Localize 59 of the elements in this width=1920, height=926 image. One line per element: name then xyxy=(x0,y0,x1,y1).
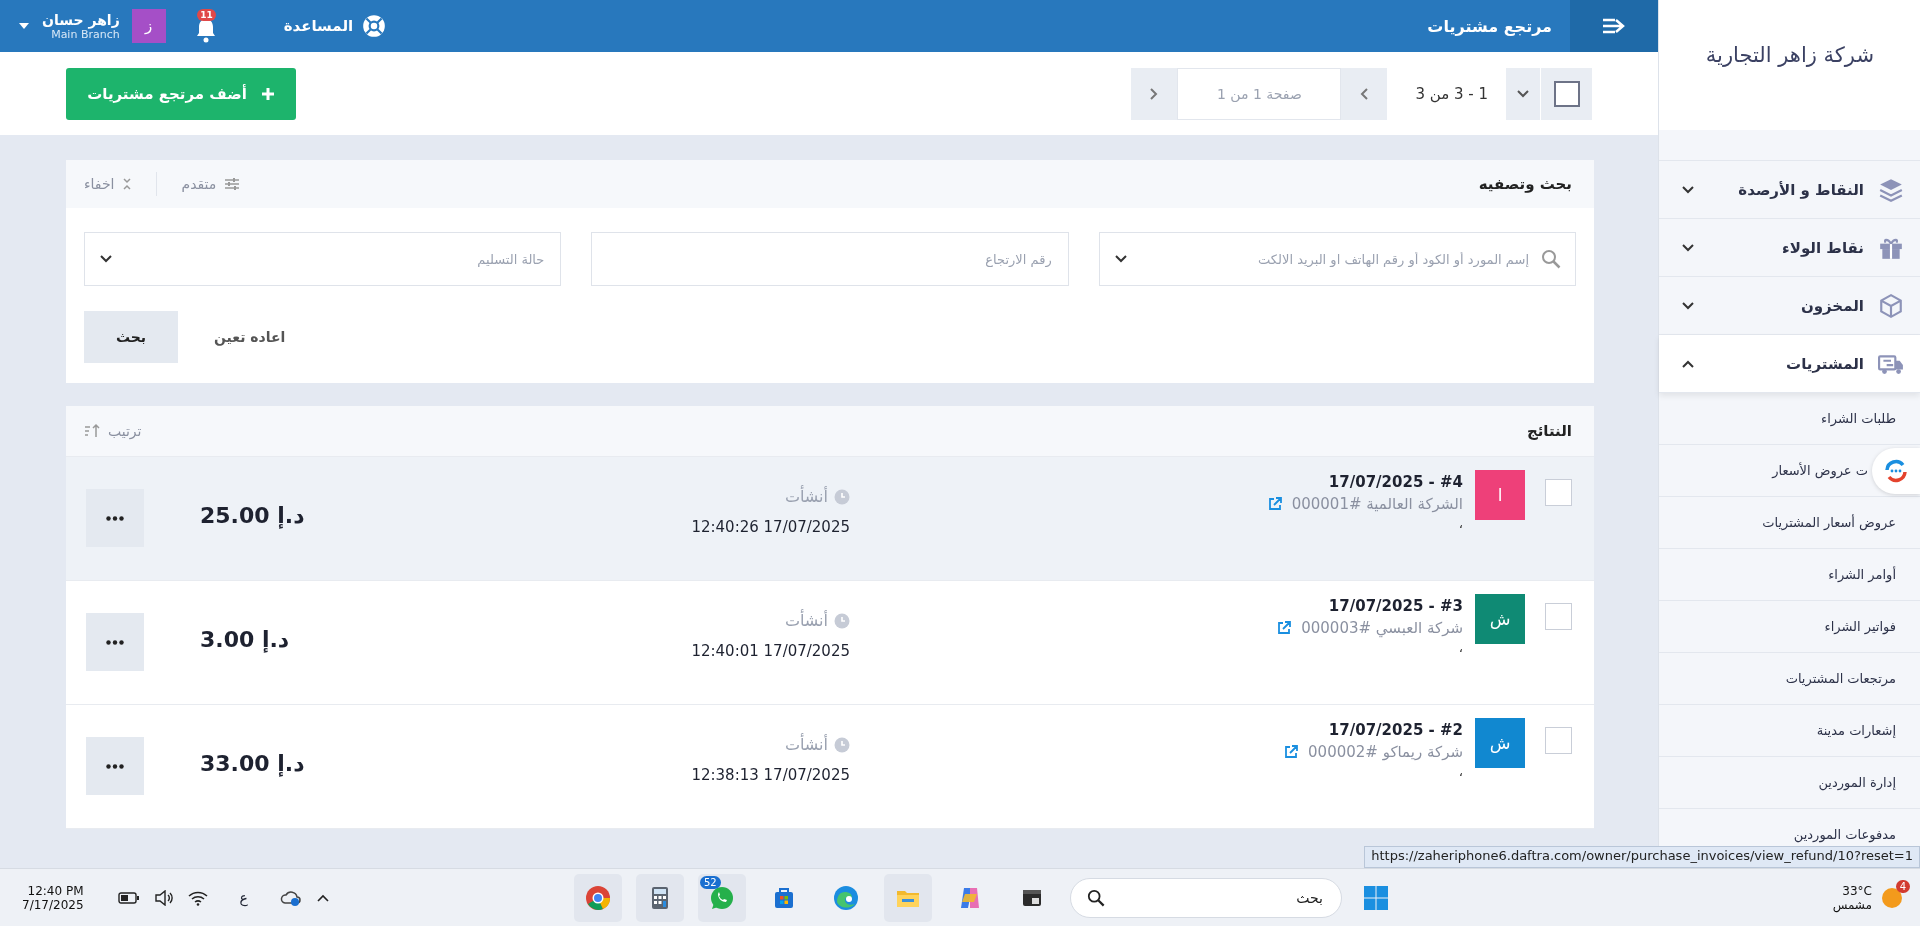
sidebar-subitem[interactable]: ت عروض الأسعار xyxy=(1772,463,1868,478)
chat-app-button[interactable]: 52 xyxy=(698,873,746,922)
notifications-button[interactable]: 11 xyxy=(193,9,224,43)
created-label: أنشأت xyxy=(784,735,828,754)
row-note: ، xyxy=(1458,517,1463,531)
search-button[interactable]: بحث xyxy=(84,311,178,363)
amount: 33.00 د.إ xyxy=(200,751,305,776)
created-time: 12:40:01 17/07/2025 xyxy=(691,642,850,660)
created-time: 12:38:13 17/07/2025 xyxy=(691,766,850,784)
supplier-avatar: ا xyxy=(1475,470,1525,520)
amount: 3.00 د.إ xyxy=(200,627,290,652)
section-title: بحث وتصفيه xyxy=(1478,175,1572,193)
sidebar-subitem[interactable]: طلبات الشراء xyxy=(1821,411,1896,426)
input-language[interactable]: ع xyxy=(239,889,248,906)
return-title[interactable]: #3 - 17/07/2025 xyxy=(1328,597,1463,615)
section-title: النتائج xyxy=(1526,422,1572,440)
user-name[interactable]: زاهر حسان xyxy=(42,11,120,28)
company-name: شركة زاهر التجارية xyxy=(1705,43,1874,67)
select-field[interactable]: حالة التسليم xyxy=(84,232,562,286)
sidebar-subitem[interactable]: مدفوعات الموردين xyxy=(1793,827,1896,842)
supplier-avatar: ش xyxy=(1475,718,1525,768)
page-field[interactable]: صفحة 1 من 1 xyxy=(1177,67,1342,120)
supplier-name: الشركة العالمية #000001 xyxy=(1291,495,1463,513)
taskbar-time[interactable]: 12:40 PM xyxy=(27,883,84,898)
filter-input[interactable]: حالة التسليم xyxy=(123,250,547,268)
taskbar-search-field[interactable]: بحث xyxy=(1070,877,1342,918)
row-note: ، xyxy=(1458,641,1463,655)
return-number-input[interactable]: رقم الارتجاع xyxy=(606,250,1054,268)
row-note: ، xyxy=(1458,765,1463,779)
unread-badge: 52 xyxy=(700,875,721,889)
supplier-avatar: ش xyxy=(1475,594,1525,644)
return-title[interactable]: #4 - 17/07/2025 xyxy=(1328,473,1463,491)
sidebar-subitem[interactable]: فواتير الشراء xyxy=(1824,619,1896,634)
return-title[interactable]: #2 - 17/07/2025 xyxy=(1328,721,1463,739)
result-range: 1 - 3 من 3 xyxy=(1415,84,1488,103)
taskbar-date[interactable]: 7/17/2025 xyxy=(22,897,84,912)
sidebar-subitem[interactable]: عروض أسعار المشتريات xyxy=(1762,515,1896,530)
sidebar-subitem[interactable]: أوامر الشراء xyxy=(1828,567,1896,582)
supplier-name: شركة ريماكو #000002 xyxy=(1308,743,1463,761)
user-avatar[interactable]: ز xyxy=(131,9,166,43)
sidebar-subitem[interactable]: إشعارات مدينة xyxy=(1816,723,1896,738)
amount: 25.00 د.إ xyxy=(200,503,305,528)
reset-button[interactable]: اعاده تعين xyxy=(208,328,292,346)
page-title: مرتجع مشتريات xyxy=(1427,16,1552,36)
created-time: 12:40:26 17/07/2025 xyxy=(691,518,850,536)
weather-condition[interactable]: مشمس xyxy=(1832,897,1872,912)
sidebar-item[interactable]: المشتريات xyxy=(1659,335,1920,393)
sidebar-subitem[interactable]: مرتجعات المشتريات xyxy=(1785,671,1896,686)
input-field[interactable]: رقم الارتجاع xyxy=(591,232,1069,286)
branch-name: Main Branch xyxy=(51,27,120,41)
notification-badge: 11 xyxy=(197,9,216,21)
temperature[interactable]: 33°C xyxy=(1842,883,1872,898)
weather-badge: 4 xyxy=(1895,879,1910,893)
sidebar-subitem[interactable]: إدارة الموردين xyxy=(1818,775,1896,790)
status-url-tooltip: https://zaheriphone6.daftra.com/owner/purchase_invoices/view_refund/10?reset=1 xyxy=(1364,846,1920,868)
supplier-name: شركة العبسي #000003 xyxy=(1301,619,1463,637)
created-label: أنشأت xyxy=(784,611,828,630)
help-link[interactable]: المساعدة xyxy=(283,13,388,39)
created-label: أنشأت xyxy=(784,487,828,506)
